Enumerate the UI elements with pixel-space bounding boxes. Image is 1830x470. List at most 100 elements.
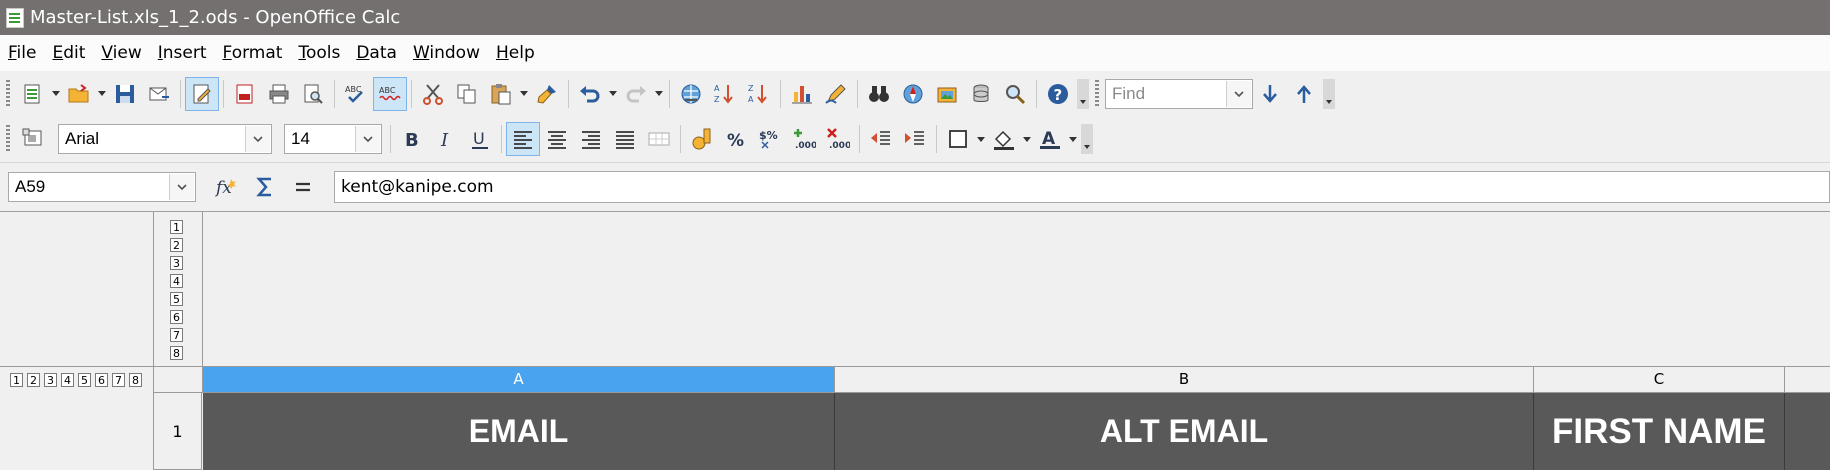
- print-button[interactable]: [262, 77, 296, 111]
- toolbar-grip[interactable]: [6, 79, 10, 108]
- font-color-dropdown[interactable]: [1067, 122, 1079, 156]
- delete-decimal-place-button[interactable]: .000: [821, 122, 855, 156]
- find-combobox[interactable]: Find: [1105, 78, 1253, 109]
- decrease-indent-button[interactable]: [864, 122, 898, 156]
- column-outline-level-6[interactable]: 6: [170, 310, 183, 324]
- row-outline-level-6[interactable]: 6: [95, 373, 108, 387]
- menu-format[interactable]: Format: [215, 43, 291, 63]
- font-size-combobox[interactable]: 14: [284, 124, 382, 154]
- name-box-dropdown-button[interactable]: [169, 174, 194, 200]
- data-sources-button[interactable]: [964, 77, 998, 111]
- cut-button[interactable]: [416, 77, 450, 111]
- borders-button[interactable]: [941, 122, 975, 156]
- undo-dropdown[interactable]: [607, 77, 619, 111]
- italic-button[interactable]: I: [429, 122, 463, 156]
- autospellcheck-button[interactable]: ABC: [373, 76, 407, 111]
- row-outline-level-8[interactable]: 8: [129, 373, 142, 387]
- column-outline-level-4[interactable]: 4: [170, 274, 183, 288]
- undo-button[interactable]: [573, 77, 607, 111]
- paste-dropdown[interactable]: [518, 77, 530, 111]
- name-box-input[interactable]: A59: [9, 177, 45, 197]
- background-color-button[interactable]: [987, 122, 1021, 156]
- merge-cells-button[interactable]: [642, 122, 676, 156]
- email-document-button[interactable]: [142, 77, 176, 111]
- font-name-dropdown-button[interactable]: [245, 126, 270, 152]
- find-toolbar-options-button[interactable]: [1323, 78, 1335, 109]
- number-format-standard-button[interactable]: $%: [753, 122, 787, 156]
- column-outline-level-8[interactable]: 8: [170, 346, 183, 360]
- column-header-c[interactable]: C: [1534, 367, 1785, 393]
- find-replace-button[interactable]: [862, 77, 896, 111]
- find-previous-button[interactable]: [1287, 77, 1321, 111]
- function-button[interactable]: [286, 170, 320, 204]
- menu-window[interactable]: Window: [405, 43, 488, 63]
- find-toolbar-grip[interactable]: [1095, 79, 1099, 108]
- zoom-button[interactable]: [998, 77, 1032, 111]
- find-next-button[interactable]: [1253, 77, 1287, 111]
- navigator-button[interactable]: [896, 77, 930, 111]
- font-name-combobox[interactable]: Arial: [58, 124, 272, 154]
- menu-insert[interactable]: Insert: [150, 43, 215, 63]
- font-size-input[interactable]: 14: [285, 129, 310, 149]
- hyperlink-button[interactable]: [674, 77, 708, 111]
- new-document-button[interactable]: [16, 77, 50, 111]
- add-decimal-place-button[interactable]: .000: [787, 122, 821, 156]
- function-wizard-button[interactable]: fx: [210, 170, 244, 204]
- increase-indent-button[interactable]: [898, 122, 932, 156]
- borders-dropdown[interactable]: [975, 122, 987, 156]
- column-header-b[interactable]: B: [835, 367, 1534, 393]
- column-header-a[interactable]: A: [203, 367, 835, 393]
- sort-descending-button[interactable]: ZA: [742, 77, 776, 111]
- cell-b1[interactable]: ALT EMAIL: [835, 393, 1534, 470]
- open-button[interactable]: [62, 77, 96, 111]
- bold-button[interactable]: B: [395, 122, 429, 156]
- cell-c1[interactable]: FIRST NAME: [1534, 393, 1785, 470]
- insert-chart-button[interactable]: [785, 77, 819, 111]
- gallery-button[interactable]: [930, 77, 964, 111]
- save-button[interactable]: [108, 77, 142, 111]
- column-header-d[interactable]: [1785, 367, 1830, 393]
- align-left-button[interactable]: [506, 122, 540, 156]
- row-outline-level-1[interactable]: 1: [10, 373, 23, 387]
- find-dropdown-button[interactable]: [1226, 80, 1251, 107]
- formula-input[interactable]: kent@kanipe.com: [334, 171, 1830, 203]
- paste-button[interactable]: [484, 77, 518, 111]
- menu-tools[interactable]: Tools: [290, 43, 348, 63]
- formatting-toolbar-options-button[interactable]: [1081, 124, 1093, 154]
- find-input[interactable]: Find: [1106, 84, 1145, 104]
- row-outline-level-5[interactable]: 5: [78, 373, 91, 387]
- clone-formatting-button[interactable]: [530, 77, 564, 111]
- font-color-button[interactable]: A: [1033, 122, 1067, 156]
- row-outline-level-2[interactable]: 2: [27, 373, 40, 387]
- font-name-input[interactable]: Arial: [59, 129, 99, 149]
- column-outline-level-1[interactable]: 1: [170, 220, 183, 234]
- open-dropdown[interactable]: [96, 77, 108, 111]
- row-outline-level-3[interactable]: 3: [44, 373, 57, 387]
- show-draw-functions-button[interactable]: [819, 77, 853, 111]
- page-preview-button[interactable]: [296, 77, 330, 111]
- justify-button[interactable]: [608, 122, 642, 156]
- menu-data[interactable]: Data: [348, 43, 405, 63]
- row-outline-level-7[interactable]: 7: [112, 373, 125, 387]
- align-right-button[interactable]: [574, 122, 608, 156]
- number-format-percent-button[interactable]: %: [719, 122, 753, 156]
- copy-button[interactable]: [450, 77, 484, 111]
- menu-help[interactable]: Help: [488, 43, 543, 63]
- font-size-dropdown-button[interactable]: [355, 126, 380, 152]
- cell-a1[interactable]: EMAIL: [203, 393, 835, 470]
- sum-button[interactable]: [248, 170, 282, 204]
- row-outline-level-4[interactable]: 4: [61, 373, 74, 387]
- name-box[interactable]: A59: [8, 172, 196, 202]
- sort-ascending-button[interactable]: AZ: [708, 77, 742, 111]
- menu-file[interactable]: File: [0, 43, 44, 63]
- background-color-dropdown[interactable]: [1021, 122, 1033, 156]
- spellcheck-button[interactable]: ABC: [339, 77, 373, 111]
- toolbar-options-button[interactable]: [1077, 78, 1089, 109]
- row-header-1[interactable]: 1: [154, 393, 202, 470]
- select-all-corner[interactable]: [154, 367, 203, 393]
- column-outline-level-5[interactable]: 5: [170, 292, 183, 306]
- menu-edit[interactable]: Edit: [44, 43, 93, 63]
- number-format-currency-button[interactable]: [685, 122, 719, 156]
- column-outline-level-3[interactable]: 3: [170, 256, 183, 270]
- cell-d1[interactable]: [1785, 393, 1830, 470]
